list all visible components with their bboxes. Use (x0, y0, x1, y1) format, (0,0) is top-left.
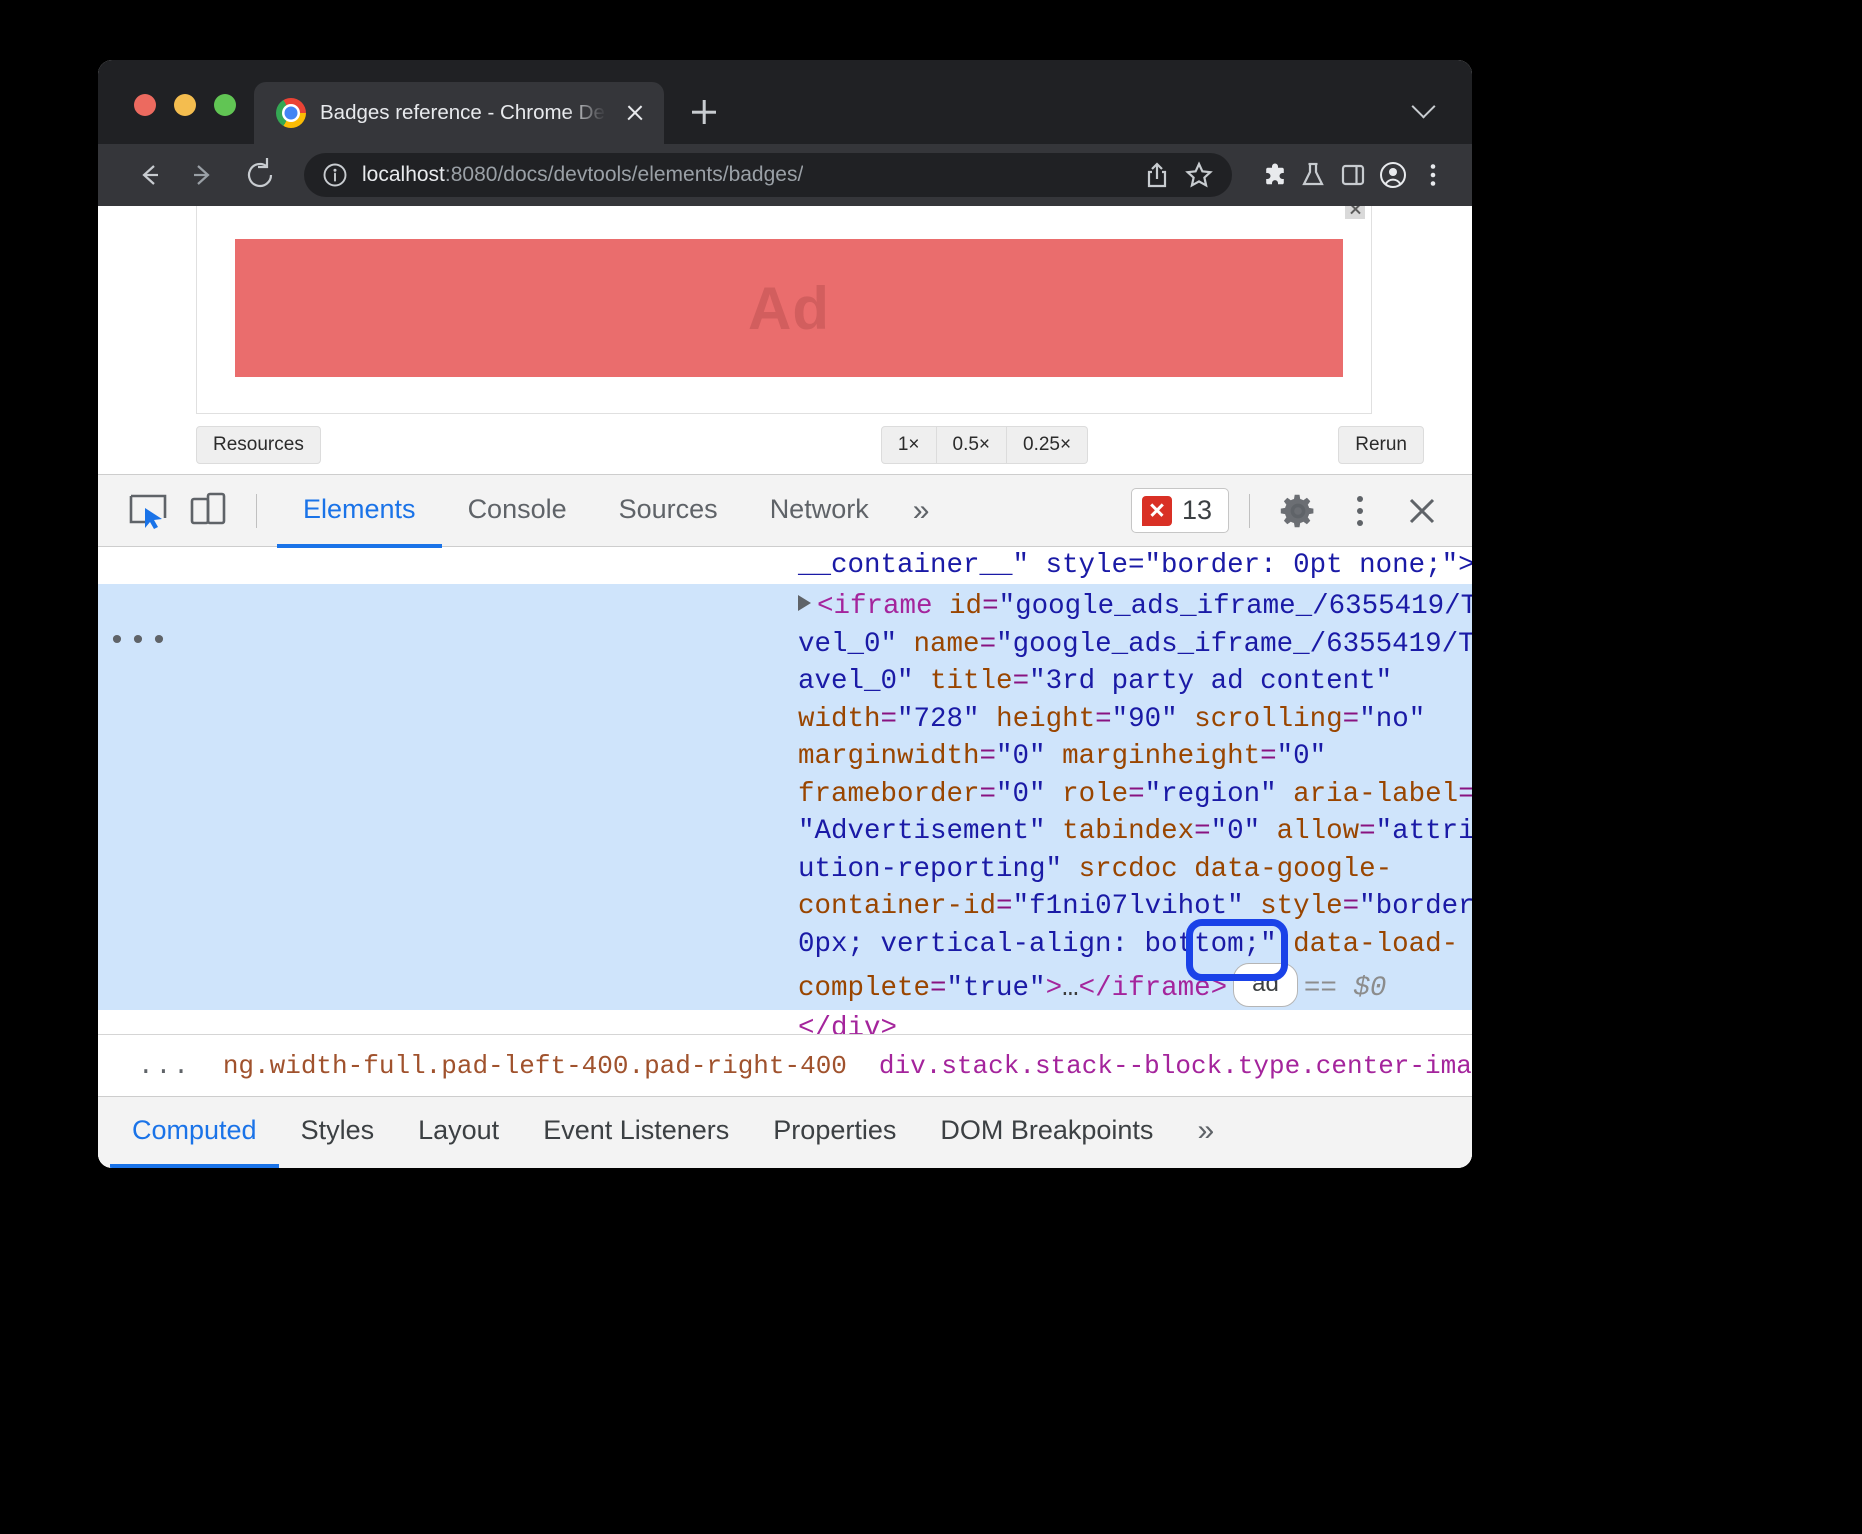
devtools-more-options-button[interactable] (1332, 483, 1388, 539)
browser-tab-strip: Badges reference - Chrome De (98, 60, 1472, 144)
resources-button[interactable]: Resources (196, 426, 321, 464)
zoom-025x-button[interactable]: 0.25× (1007, 426, 1088, 464)
maximize-window-button[interactable] (214, 94, 236, 116)
inspect-element-icon (125, 488, 171, 534)
page-bottom-bar: Resources 1× 0.5× 0.25× Rerun (196, 422, 1472, 468)
expand-triangle-icon[interactable] (798, 595, 811, 611)
reload-icon (234, 149, 286, 201)
share-icon[interactable] (1142, 160, 1172, 190)
zoom-button-group: 1× 0.5× 0.25× (881, 426, 1088, 464)
forward-button[interactable] (178, 149, 230, 201)
dom-line-partial: __container__" style="border: 0pt none;"… (98, 547, 1472, 584)
close-icon (1401, 490, 1443, 532)
tab-layout[interactable]: Layout (396, 1097, 521, 1168)
arrow-left-icon (122, 149, 174, 201)
close-window-button[interactable] (134, 94, 156, 116)
kebab-menu-icon (1339, 490, 1381, 532)
arrow-right-icon (178, 149, 230, 201)
zoom-05x-button[interactable]: 0.5× (937, 426, 1008, 464)
address-bar-url: localhost:8080/docs/devtools/elements/ba… (362, 163, 803, 187)
browser-tab[interactable]: Badges reference - Chrome De (254, 82, 664, 144)
dom-partial-text: __container__" style="border: 0pt none;"… (798, 550, 1472, 581)
more-tabs-chevron-icon[interactable]: » (895, 475, 948, 547)
dom-node-selected[interactable]: ••• <iframe id="google_ads_iframe_/63554… (98, 584, 1472, 1010)
tab-styles[interactable]: Styles (279, 1097, 397, 1168)
experiment-flask-icon[interactable] (1298, 160, 1328, 190)
dom-overflow-ellipsis-left: ••• (108, 624, 171, 662)
tab-sources[interactable]: Sources (593, 476, 744, 548)
dom-node-markup: <iframe id="google_ads_iframe_/6355419/T… (98, 588, 1472, 1008)
inspect-element-button[interactable] (120, 483, 176, 539)
device-toolbar-icon (185, 488, 231, 534)
breadcrumb-item-1[interactable]: ng.width-full.pad-left-400.pad-right-400 (207, 1051, 863, 1081)
ad-badge[interactable]: ad (1233, 963, 1298, 1007)
tab-list-area (1412, 94, 1472, 144)
toolbar-actions (1250, 160, 1448, 190)
error-count-label: 13 (1182, 495, 1212, 526)
minimize-window-button[interactable] (174, 94, 196, 116)
breadcrumb-overflow-left[interactable]: ... (122, 1051, 207, 1081)
devtools-panel: Elements Console Sources Network » 13 (98, 474, 1472, 1168)
chrome-menu-icon[interactable] (1418, 160, 1448, 190)
closing-div-text: </div> (798, 1013, 897, 1035)
breadcrumb-item-2[interactable]: div.stack.stack--block.type.center-image… (863, 1051, 1472, 1081)
new-tab-button[interactable] (678, 86, 730, 138)
tab-network[interactable]: Network (744, 476, 895, 548)
tab-computed[interactable]: Computed (110, 1097, 279, 1168)
breadcrumb: ... ng.width-full.pad-left-400.pad-right… (98, 1034, 1472, 1096)
toolbar-divider (256, 494, 257, 528)
devtools-toolbar: Elements Console Sources Network » 13 (98, 475, 1472, 547)
ad-banner: Ad (235, 239, 1343, 377)
zoom-1x-button[interactable]: 1× (881, 426, 937, 464)
ad-close-icon[interactable] (1345, 206, 1365, 219)
tab-event-listeners[interactable]: Event Listeners (521, 1097, 751, 1168)
browser-tab-title: Badges reference - Chrome De (320, 101, 606, 125)
info-circle-icon (322, 162, 348, 188)
error-count-badge[interactable]: 13 (1131, 488, 1229, 533)
url-path: :8080/docs/devtools/elements/badges/ (445, 163, 803, 186)
dom-tree[interactable]: __container__" style="border: 0pt none;"… (98, 547, 1472, 1034)
devtools-toolbar-right: 13 (1131, 483, 1450, 539)
browser-window: Badges reference - Chrome De (98, 60, 1472, 1168)
bookmark-star-icon[interactable] (1184, 160, 1214, 190)
ad-banner-label: Ad (748, 274, 830, 343)
devtools-tab-bar: Elements Console Sources Network » (277, 475, 947, 547)
rerun-button[interactable]: Rerun (1338, 426, 1424, 464)
chevron-down-icon[interactable] (1412, 94, 1438, 120)
chrome-favicon-icon (276, 98, 306, 128)
extensions-puzzle-icon[interactable] (1258, 160, 1288, 190)
device-toolbar-button[interactable] (180, 483, 236, 539)
address-bar[interactable]: localhost:8080/docs/devtools/elements/ba… (304, 153, 1232, 197)
gear-icon (1277, 490, 1319, 532)
back-button[interactable] (122, 149, 174, 201)
page-viewport: Ad Resources 1× 0.5× 0.25× Rerun (98, 206, 1472, 474)
tab-dom-breakpoints[interactable]: DOM Breakpoints (918, 1097, 1175, 1168)
selected-node-marker: == $0 (1304, 973, 1387, 1004)
browser-toolbar: localhost:8080/docs/devtools/elements/ba… (98, 144, 1472, 206)
reload-button[interactable] (234, 149, 286, 201)
ad-container-frame: Ad (196, 206, 1372, 414)
tab-elements[interactable]: Elements (277, 476, 442, 548)
profile-avatar-icon[interactable] (1378, 160, 1408, 190)
tab-close-icon[interactable] (620, 98, 650, 128)
error-x-icon (1142, 496, 1172, 526)
omnibox-actions (1128, 160, 1214, 190)
devtools-settings-button[interactable] (1270, 483, 1326, 539)
tab-console[interactable]: Console (442, 476, 593, 548)
traffic-light-buttons (98, 94, 236, 144)
url-host: localhost (362, 163, 445, 186)
toolbar-divider-2 (1249, 494, 1250, 528)
tab-properties[interactable]: Properties (751, 1097, 918, 1168)
sidebar-more-tabs-chevron-icon[interactable]: » (1175, 1097, 1236, 1168)
devtools-sidebar-tab-bar: Computed Styles Layout Event Listeners P… (98, 1096, 1472, 1168)
screenshot-root: Badges reference - Chrome De (0, 0, 1862, 1534)
side-panel-icon[interactable] (1338, 160, 1368, 190)
devtools-close-button[interactable] (1394, 483, 1450, 539)
dom-line-closing-div: </div> (98, 1010, 1472, 1035)
